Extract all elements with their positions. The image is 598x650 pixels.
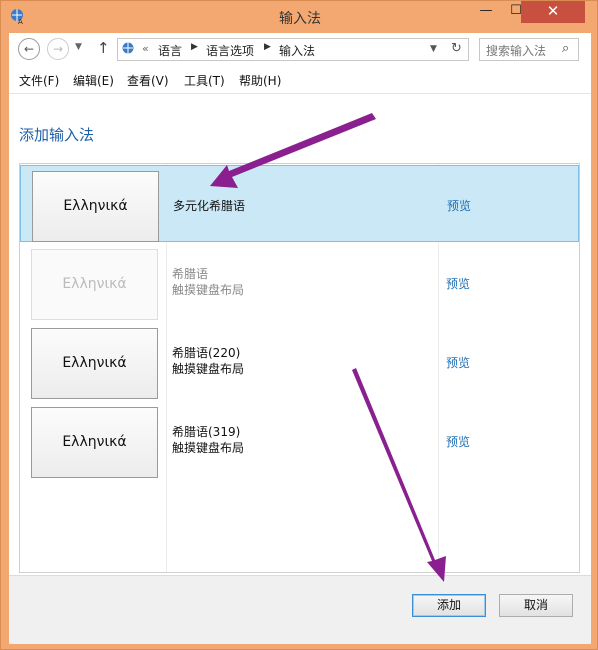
window-frame: A 输入法 — ☐ ✕ ← → ▼ ↑ « 语言 ▶ 语言选项 ▶ 输入法 ▼: [0, 0, 598, 650]
address-bar[interactable]: « 语言 ▶ 语言选项 ▶ 输入法 ▼ ↻: [117, 38, 469, 61]
cancel-button[interactable]: 取消: [499, 594, 573, 617]
layout-name: 多元化希腊语: [173, 199, 246, 213]
window-client: ← → ▼ ↑ « 语言 ▶ 语言选项 ▶ 输入法 ▼ ↻ 搜索输入法 ⌕ 文件…: [9, 33, 591, 644]
address-overflow-icon[interactable]: «: [142, 42, 149, 55]
address-dropdown-icon[interactable]: ▼: [430, 44, 437, 54]
layout-row-polytonic-greek[interactable]: Ελληνικά 多元化希腊语 预览: [20, 165, 579, 242]
search-icon[interactable]: ⌕: [562, 41, 569, 56]
refresh-icon[interactable]: ↻: [451, 41, 462, 56]
layout-subtitle: 触摸键盘布局: [172, 362, 245, 376]
chevron-right-icon[interactable]: ▶: [191, 42, 198, 52]
preview-link[interactable]: 预览: [447, 197, 471, 214]
keyboard-preview-tile: Ελληνικά: [31, 249, 158, 320]
layout-row-greek-220[interactable]: Ελληνικά 希腊语(220) 触摸键盘布局 预览: [20, 323, 579, 400]
add-button[interactable]: 添加: [412, 594, 486, 617]
title-bar[interactable]: A 输入法 — ☐ ✕: [1, 1, 598, 33]
language-globe-icon: [122, 42, 134, 54]
menu-view[interactable]: 查看(V): [127, 72, 169, 89]
keyboard-layout-list[interactable]: Ελληνικά 多元化希腊语 预览 Ελληνικά 希腊语 触摸键盘布局 预…: [19, 163, 580, 573]
layout-subtitle: 触摸键盘布局: [172, 441, 245, 455]
breadcrumb-input-method[interactable]: 输入法: [279, 42, 315, 59]
keyboard-preview-tile: Ελληνικά: [32, 171, 159, 242]
breadcrumb-language-options[interactable]: 语言选项: [206, 42, 254, 59]
navigation-bar: ← → ▼ ↑ « 语言 ▶ 语言选项 ▶ 输入法 ▼ ↻ 搜索输入法 ⌕: [9, 33, 591, 67]
menu-tools[interactable]: 工具(T): [184, 72, 225, 89]
layout-name: 希腊语: [172, 267, 209, 281]
up-button[interactable]: ↑: [97, 39, 110, 57]
layout-name: 希腊语(319): [172, 425, 241, 439]
minimize-button[interactable]: —: [471, 1, 501, 23]
search-placeholder: 搜索输入法: [486, 44, 547, 58]
close-button[interactable]: ✕: [521, 1, 585, 23]
preview-link[interactable]: 预览: [446, 275, 470, 292]
recent-locations-icon[interactable]: ▼: [75, 42, 82, 52]
layout-row-greek-319[interactable]: Ελληνικά 希腊语(319) 触摸键盘布局 预览: [20, 402, 579, 479]
forward-button[interactable]: →: [47, 38, 69, 60]
preview-link[interactable]: 预览: [446, 354, 470, 371]
search-input[interactable]: 搜索输入法 ⌕: [479, 38, 579, 61]
menu-file[interactable]: 文件(F): [19, 72, 59, 89]
layout-row-greek-touch[interactable]: Ελληνικά 希腊语 触摸键盘布局 预览: [20, 244, 579, 321]
breadcrumb-language[interactable]: 语言: [158, 42, 182, 59]
back-button[interactable]: ←: [18, 38, 40, 60]
menu-help[interactable]: 帮助(H): [239, 72, 281, 89]
keyboard-preview-tile: Ελληνικά: [31, 407, 158, 478]
chevron-right-icon[interactable]: ▶: [264, 42, 271, 52]
menu-edit[interactable]: 编辑(E): [73, 72, 114, 89]
preview-link[interactable]: 预览: [446, 433, 470, 450]
dialog-footer: 添加 取消: [9, 575, 591, 644]
keyboard-preview-tile: Ελληνικά: [31, 328, 158, 399]
layout-name: 希腊语(220): [172, 346, 241, 360]
layout-subtitle: 触摸键盘布局: [172, 283, 245, 297]
page-title: 添加输入法: [19, 126, 95, 144]
menu-bar: 文件(F) 编辑(E) 查看(V) 工具(T) 帮助(H): [9, 67, 591, 94]
